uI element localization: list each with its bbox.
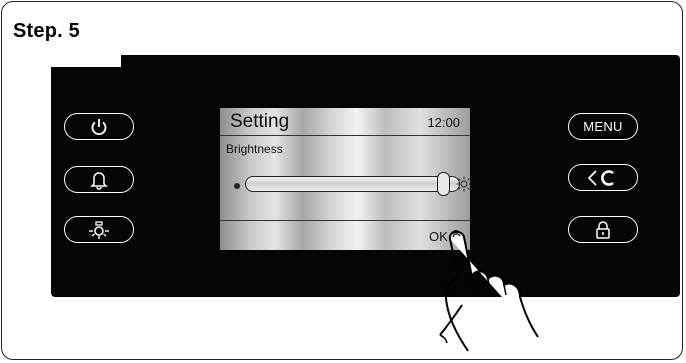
brightness-label: Brightness	[226, 142, 283, 156]
panel-corner-cutout	[51, 55, 121, 67]
header-divider	[220, 135, 470, 136]
footer-divider	[220, 220, 470, 221]
sun-icon	[456, 176, 470, 192]
alarm-button[interactable]	[64, 166, 134, 193]
power-button[interactable]	[64, 113, 134, 140]
bell-icon	[90, 171, 108, 190]
brightness-slider-knob[interactable]	[436, 172, 450, 196]
light-button[interactable]	[64, 216, 134, 243]
lamp-icon	[89, 220, 109, 239]
menu-button[interactable]: MENU	[568, 113, 638, 140]
power-icon	[91, 118, 107, 135]
step-title: Step. 5	[13, 20, 80, 42]
brightness-slider-track[interactable]	[245, 176, 460, 192]
dim-icon	[234, 183, 240, 189]
screen-title: Setting	[230, 111, 290, 132]
back-clear-button[interactable]	[568, 164, 638, 191]
clock-display: 12:00	[427, 115, 460, 130]
pointing-hand-icon	[439, 230, 539, 352]
menu-button-label: MENU	[583, 119, 623, 134]
back-c-icon	[587, 169, 614, 186]
